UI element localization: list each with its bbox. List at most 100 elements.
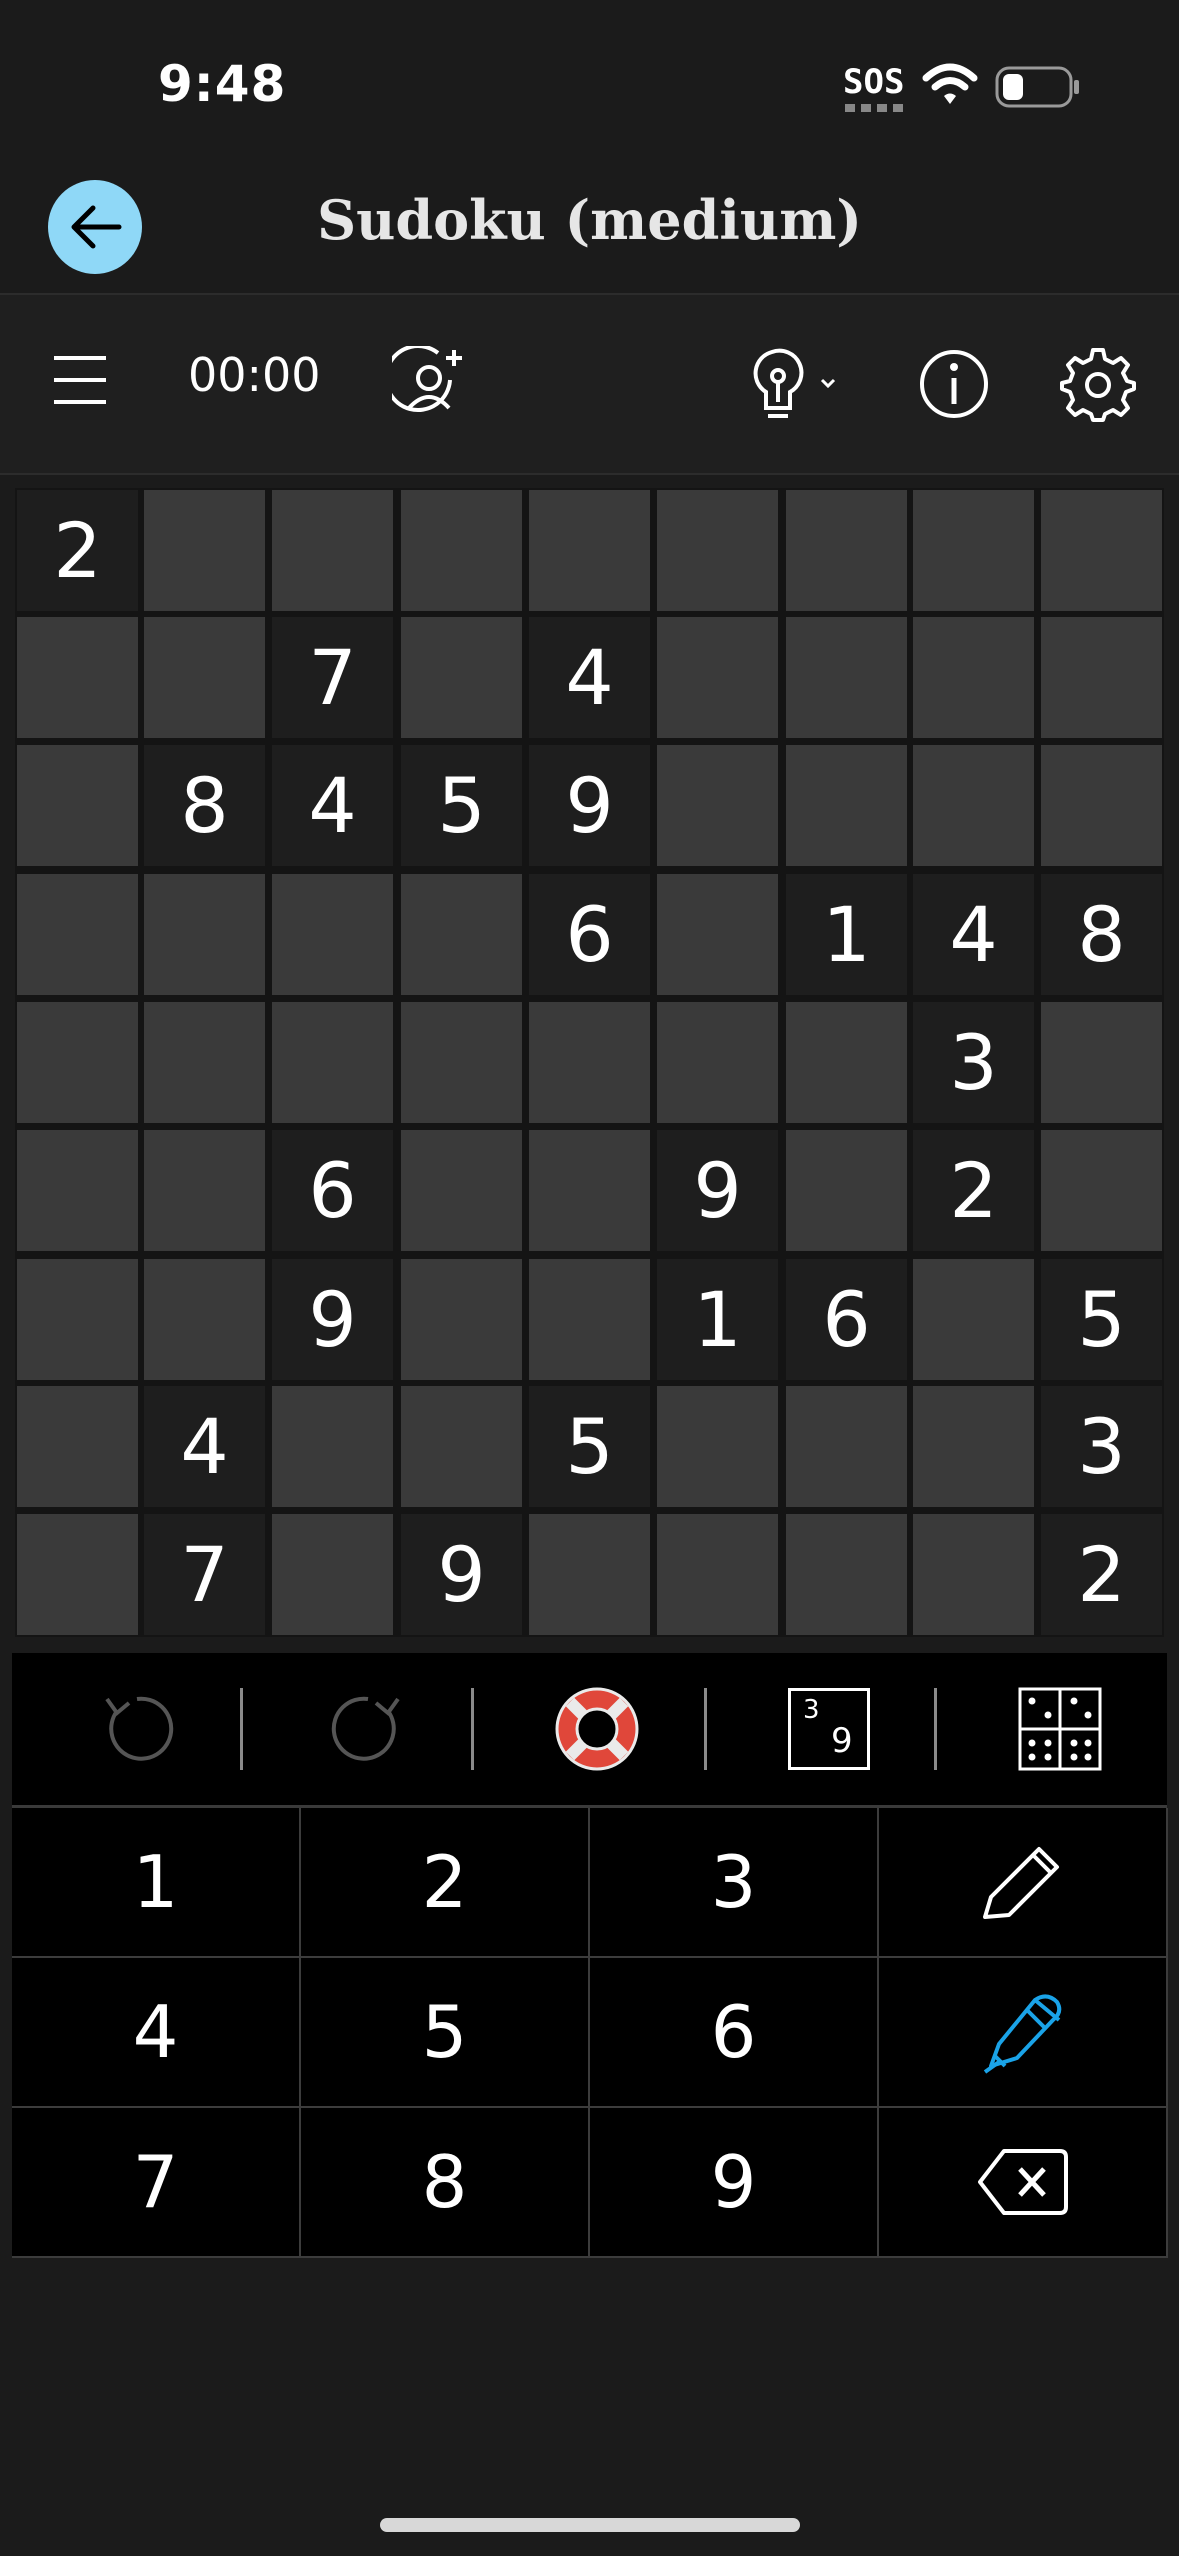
- sudoku-cell[interactable]: [17, 1130, 138, 1251]
- pen-mode-button[interactable]: [879, 1958, 1168, 2108]
- sudoku-cell[interactable]: [144, 1130, 265, 1251]
- sudoku-cell[interactable]: [272, 490, 393, 611]
- sudoku-cell[interactable]: [272, 1514, 393, 1635]
- sudoku-cell[interactable]: 4: [529, 617, 650, 738]
- sudoku-cell[interactable]: [657, 745, 778, 866]
- sudoku-cell[interactable]: [401, 1259, 522, 1380]
- sudoku-cell[interactable]: [144, 1259, 265, 1380]
- sudoku-cell[interactable]: 5: [529, 1386, 650, 1507]
- sudoku-cell[interactable]: 9: [657, 1130, 778, 1251]
- add-player-button[interactable]: [390, 344, 470, 424]
- sudoku-cell[interactable]: [1041, 1002, 1162, 1123]
- sudoku-cell[interactable]: [913, 1514, 1034, 1635]
- sudoku-cell[interactable]: [1041, 1130, 1162, 1251]
- sudoku-cell[interactable]: 1: [786, 874, 907, 995]
- sudoku-cell[interactable]: [529, 490, 650, 611]
- sudoku-cell[interactable]: [272, 874, 393, 995]
- sudoku-cell[interactable]: [17, 1002, 138, 1123]
- sudoku-cell[interactable]: 2: [913, 1130, 1034, 1251]
- sudoku-cell[interactable]: [657, 874, 778, 995]
- settings-button[interactable]: [1056, 344, 1140, 424]
- sudoku-cell[interactable]: [401, 1002, 522, 1123]
- sudoku-cell[interactable]: [657, 490, 778, 611]
- sudoku-cell[interactable]: [786, 1514, 907, 1635]
- sudoku-cell[interactable]: [17, 1514, 138, 1635]
- sudoku-cell[interactable]: [401, 1386, 522, 1507]
- notes-button[interactable]: 3 9: [749, 1653, 909, 1805]
- sudoku-cell[interactable]: [786, 1130, 907, 1251]
- sudoku-cell[interactable]: [401, 617, 522, 738]
- sudoku-cell[interactable]: 4: [913, 874, 1034, 995]
- sudoku-cell[interactable]: [17, 745, 138, 866]
- sudoku-cell[interactable]: [17, 1259, 138, 1380]
- sudoku-cell[interactable]: [786, 490, 907, 611]
- sudoku-cell[interactable]: [144, 490, 265, 611]
- sudoku-cell[interactable]: [786, 745, 907, 866]
- sudoku-cell[interactable]: [1041, 745, 1162, 866]
- digit-key[interactable]: 9: [590, 2108, 879, 2258]
- redo-button[interactable]: [288, 1653, 448, 1805]
- hint-dropdown-button[interactable]: [742, 344, 842, 424]
- sudoku-cell[interactable]: [17, 874, 138, 995]
- sudoku-cell[interactable]: [272, 1386, 393, 1507]
- sudoku-cell[interactable]: 9: [529, 745, 650, 866]
- sudoku-cell[interactable]: 9: [272, 1259, 393, 1380]
- sudoku-cell[interactable]: 5: [401, 745, 522, 866]
- sudoku-cell[interactable]: [144, 617, 265, 738]
- help-button[interactable]: [517, 1653, 677, 1805]
- sudoku-cell[interactable]: [401, 874, 522, 995]
- sudoku-cell[interactable]: 3: [1041, 1386, 1162, 1507]
- sudoku-cell[interactable]: [529, 1002, 650, 1123]
- sudoku-cell[interactable]: [657, 1386, 778, 1507]
- digit-key[interactable]: 6: [590, 1958, 879, 2108]
- sudoku-cell[interactable]: [786, 1386, 907, 1507]
- sudoku-cell[interactable]: 1: [657, 1259, 778, 1380]
- digit-key[interactable]: 4: [12, 1958, 301, 2108]
- sudoku-cell[interactable]: [913, 490, 1034, 611]
- sudoku-cell[interactable]: 7: [144, 1514, 265, 1635]
- sudoku-cell[interactable]: [529, 1514, 650, 1635]
- menu-button[interactable]: [48, 348, 112, 412]
- sudoku-cell[interactable]: [1041, 490, 1162, 611]
- sudoku-cell[interactable]: [529, 1259, 650, 1380]
- digit-key[interactable]: 8: [301, 2108, 590, 2258]
- sudoku-cell[interactable]: [913, 745, 1034, 866]
- sudoku-cell[interactable]: 3: [913, 1002, 1034, 1123]
- sudoku-cell[interactable]: [401, 1130, 522, 1251]
- sudoku-cell[interactable]: 2: [17, 490, 138, 611]
- sudoku-cell[interactable]: 4: [272, 745, 393, 866]
- sudoku-cell[interactable]: [144, 874, 265, 995]
- sudoku-cell[interactable]: [529, 1130, 650, 1251]
- digit-key[interactable]: 1: [12, 1808, 301, 1958]
- sudoku-cell[interactable]: [657, 1002, 778, 1123]
- sudoku-cell[interactable]: [657, 617, 778, 738]
- sudoku-cell[interactable]: [786, 617, 907, 738]
- candidates-grid-button[interactable]: [980, 1653, 1140, 1805]
- digit-key[interactable]: 3: [590, 1808, 879, 1958]
- sudoku-cell[interactable]: [913, 1259, 1034, 1380]
- sudoku-cell[interactable]: 8: [1041, 874, 1162, 995]
- sudoku-cell[interactable]: [401, 490, 522, 611]
- digit-key[interactable]: 2: [301, 1808, 590, 1958]
- sudoku-cell[interactable]: [913, 617, 1034, 738]
- sudoku-cell[interactable]: 2: [1041, 1514, 1162, 1635]
- digit-key[interactable]: 5: [301, 1958, 590, 2108]
- sudoku-cell[interactable]: 5: [1041, 1259, 1162, 1380]
- digit-key[interactable]: 7: [12, 2108, 301, 2258]
- sudoku-cell[interactable]: [144, 1002, 265, 1123]
- undo-button[interactable]: [57, 1653, 217, 1805]
- info-button[interactable]: [914, 344, 994, 424]
- sudoku-cell[interactable]: 8: [144, 745, 265, 866]
- sudoku-cell[interactable]: 7: [272, 617, 393, 738]
- sudoku-cell[interactable]: [17, 1386, 138, 1507]
- sudoku-cell[interactable]: [657, 1514, 778, 1635]
- home-indicator[interactable]: [380, 2518, 800, 2532]
- sudoku-cell[interactable]: [17, 617, 138, 738]
- sudoku-cell[interactable]: [1041, 617, 1162, 738]
- sudoku-cell[interactable]: [786, 1002, 907, 1123]
- sudoku-cell[interactable]: 4: [144, 1386, 265, 1507]
- sudoku-cell[interactable]: 9: [401, 1514, 522, 1635]
- pencil-mode-button[interactable]: [879, 1808, 1168, 1958]
- sudoku-cell[interactable]: [272, 1002, 393, 1123]
- erase-button[interactable]: [879, 2108, 1168, 2258]
